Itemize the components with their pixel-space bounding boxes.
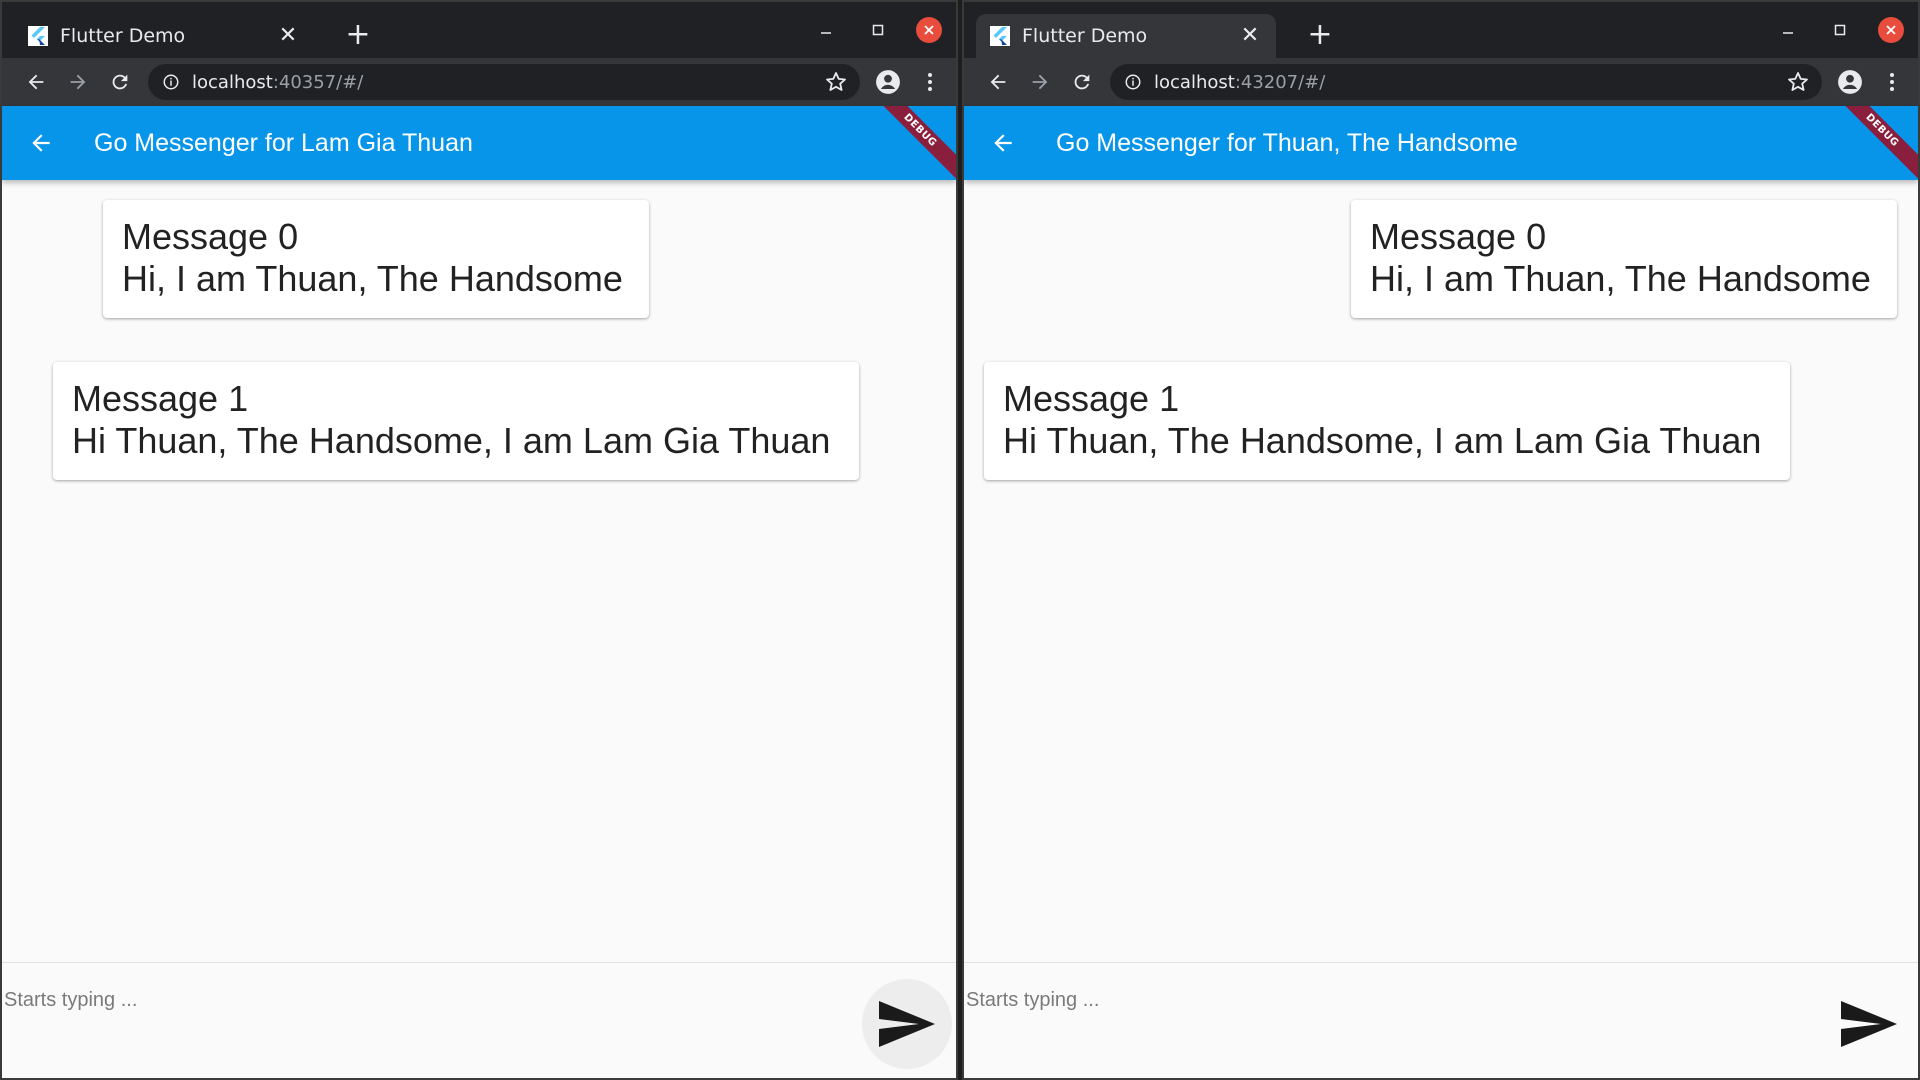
close-icon[interactable]: ✕ — [1238, 24, 1262, 48]
message-title: Message 1 — [1003, 378, 1180, 419]
flutter-logo-icon — [990, 26, 1010, 46]
more-vert-icon[interactable] — [914, 66, 946, 98]
star-icon[interactable] — [824, 70, 848, 94]
message-text: Hi, I am Thuan, The Handsome — [122, 258, 623, 299]
message-text: Hi, I am Thuan, The Handsome — [1370, 258, 1871, 299]
send-icon — [1841, 1001, 1897, 1047]
url-text: localhost:43207/#/ — [1154, 71, 1326, 93]
message-list: Message 0 Hi, I am Thuan, The Handsome M… — [964, 180, 1918, 962]
page-title: Go Messenger for Lam Gia Thuan — [94, 128, 473, 157]
flutter-logo-icon — [28, 26, 48, 46]
message-title: Message 0 — [1370, 216, 1547, 257]
plus-icon[interactable]: + — [1304, 20, 1336, 50]
app-bar: Go Messenger for Lam Gia Thuan DEBUG — [2, 106, 956, 180]
message-input[interactable]: Starts typing ... — [4, 989, 137, 1012]
url-text: localhost:40357/#/ — [192, 71, 364, 93]
app-bar: Go Messenger for Thuan, The Handsome DEB… — [964, 106, 1918, 180]
browser-toolbar: localhost:40357/#/ — [2, 58, 956, 106]
maximize-icon[interactable] — [864, 16, 892, 44]
send-icon — [879, 1001, 935, 1047]
back-arrow-icon[interactable] — [24, 126, 58, 160]
message-input-bar: Starts typing ... — [2, 962, 956, 1078]
browser-tab[interactable]: Flutter Demo ✕ — [14, 14, 314, 58]
tab-title: Flutter Demo — [1022, 25, 1148, 47]
back-arrow-icon[interactable] — [20, 66, 52, 98]
message-text: Hi Thuan, The Handsome, I am Lam Gia Thu… — [1003, 420, 1762, 461]
message-title: Message 1 — [72, 378, 249, 419]
browser-window-right: Flutter Demo ✕ + localhost:43207/#/ Go M… — [962, 0, 1920, 1080]
back-arrow-icon[interactable] — [982, 66, 1014, 98]
browser-window-left: Flutter Demo ✕ + localhost:40357/#/ Go M… — [0, 0, 958, 1080]
address-bar[interactable]: localhost:40357/#/ — [148, 64, 860, 100]
message-input-bar: Starts typing ... — [964, 962, 1918, 1078]
message-card: Message 1 Hi Thuan, The Handsome, I am L… — [984, 362, 1790, 480]
tab-title: Flutter Demo — [60, 25, 186, 47]
star-icon[interactable] — [1786, 70, 1810, 94]
reload-icon[interactable] — [104, 66, 136, 98]
account-icon[interactable] — [1834, 66, 1866, 98]
plus-icon[interactable]: + — [342, 20, 374, 50]
debug-banner: DEBUG — [1826, 106, 1918, 180]
minimize-icon[interactable] — [812, 16, 840, 44]
more-vert-icon[interactable] — [1876, 66, 1908, 98]
message-card: Message 0 Hi, I am Thuan, The Handsome — [1351, 200, 1897, 318]
info-icon[interactable] — [1124, 73, 1142, 91]
debug-banner: DEBUG — [864, 106, 956, 180]
browser-toolbar: localhost:43207/#/ — [964, 58, 1918, 106]
message-card: Message 1 Hi Thuan, The Handsome, I am L… — [53, 362, 859, 480]
message-input[interactable]: Starts typing ... — [966, 989, 1099, 1012]
info-icon[interactable] — [162, 73, 180, 91]
send-button[interactable] — [1824, 979, 1914, 1069]
message-text: Hi Thuan, The Handsome, I am Lam Gia Thu… — [72, 420, 831, 461]
account-icon[interactable] — [872, 66, 904, 98]
minimize-icon[interactable] — [1774, 16, 1802, 44]
address-bar[interactable]: localhost:43207/#/ — [1110, 64, 1822, 100]
tab-strip: Flutter Demo ✕ + — [2, 2, 956, 58]
close-window-icon[interactable] — [1878, 17, 1904, 43]
message-title: Message 0 — [122, 216, 299, 257]
forward-arrow-icon[interactable] — [1024, 66, 1056, 98]
forward-arrow-icon[interactable] — [62, 66, 94, 98]
reload-icon[interactable] — [1066, 66, 1098, 98]
page-title: Go Messenger for Thuan, The Handsome — [1056, 128, 1518, 157]
close-window-icon[interactable] — [916, 17, 942, 43]
maximize-icon[interactable] — [1826, 16, 1854, 44]
back-arrow-icon[interactable] — [986, 126, 1020, 160]
browser-tab[interactable]: Flutter Demo ✕ — [976, 14, 1276, 58]
send-button[interactable] — [862, 979, 952, 1069]
tab-strip: Flutter Demo ✕ + — [964, 2, 1918, 58]
message-list: Message 0 Hi, I am Thuan, The Handsome M… — [2, 180, 956, 962]
message-card: Message 0 Hi, I am Thuan, The Handsome — [103, 200, 649, 318]
close-icon[interactable]: ✕ — [276, 24, 300, 48]
